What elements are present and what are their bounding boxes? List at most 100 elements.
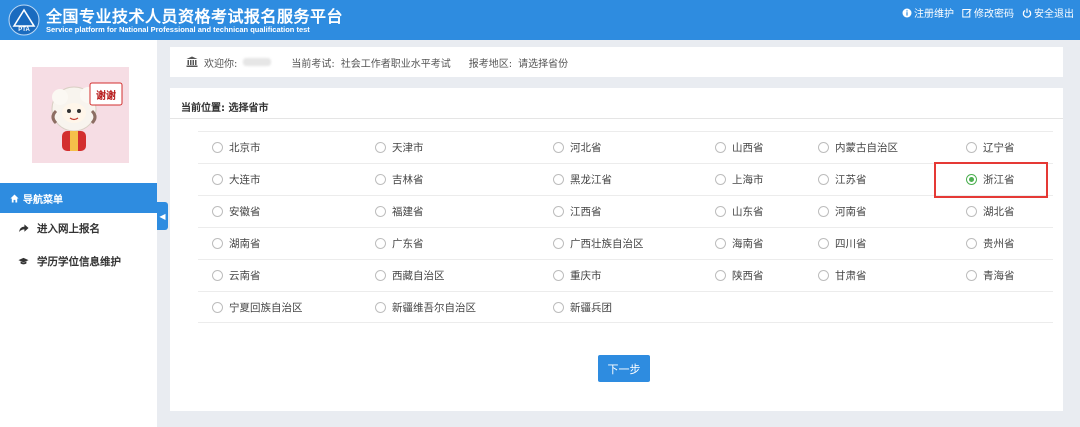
radio-button[interactable] [966,238,977,249]
graduation-cap-icon [18,257,29,264]
province-label: 新疆兵团 [570,302,612,314]
next-step-button[interactable]: 下一步 [598,355,650,382]
radio-button[interactable] [818,206,829,217]
welcome-label: 欢迎你: [204,58,238,70]
avatar-text: 谢谢 [96,89,116,102]
radio-button[interactable] [212,270,223,281]
province-option[interactable]: 河北省 [553,132,602,163]
province-row: 湖南省 广东省 广西壮族自治区 海南省 四川省 贵州省 [198,227,1053,259]
radio-button[interactable] [818,174,829,185]
logout-link[interactable]: 安全退出 [1022,5,1074,20]
sidebar-item-education-info[interactable]: 学历学位信息维护 [0,246,157,276]
register-maintain-label: 注册维护 [914,9,954,20]
radio-button[interactable] [375,270,386,281]
radio-button[interactable] [553,302,564,313]
province-option[interactable]: 宁夏回族自治区 [212,292,303,323]
province-option[interactable]: 浙江省 [966,164,1015,195]
region-label: 报考地区: [468,58,513,70]
radio-button[interactable] [212,302,223,313]
province-option[interactable]: 湖北省 [966,196,1015,227]
province-option[interactable]: 陕西省 [715,260,764,291]
province-option[interactable]: 大连市 [212,164,261,195]
radio-button[interactable] [818,142,829,153]
radio-button[interactable] [375,238,386,249]
radio-button[interactable] [375,142,386,153]
province-option[interactable]: 山东省 [715,196,764,227]
province-option[interactable]: 青海省 [966,260,1015,291]
radio-button[interactable] [553,174,564,185]
power-icon [1022,8,1032,18]
radio-button[interactable] [715,206,726,217]
radio-button[interactable] [966,174,977,185]
radio-button[interactable] [553,238,564,249]
province-option[interactable]: 甘肃省 [818,260,867,291]
radio-button[interactable] [715,270,726,281]
province-label: 山东省 [732,206,764,218]
province-label: 湖南省 [229,238,261,250]
province-option[interactable]: 江西省 [553,196,602,227]
divider [170,118,1063,119]
province-option[interactable]: 内蒙古自治区 [818,132,898,163]
province-option[interactable]: 云南省 [212,260,261,291]
province-label: 新疆维吾尔自治区 [392,302,476,314]
radio-button[interactable] [212,238,223,249]
register-maintain-link[interactable]: 注册维护 [902,5,954,20]
radio-button[interactable] [715,238,726,249]
province-label: 山西省 [732,142,764,154]
change-password-label: 修改密码 [974,9,1014,20]
sidebar-collapse-toggle[interactable]: ◀ [157,202,168,230]
radio-button[interactable] [715,174,726,185]
province-label: 云南省 [229,270,261,282]
province-option[interactable]: 湖南省 [212,228,261,259]
province-option[interactable]: 吉林省 [375,164,424,195]
province-label: 贵州省 [983,238,1015,250]
radio-button[interactable] [553,142,564,153]
province-option[interactable]: 四川省 [818,228,867,259]
radio-button[interactable] [966,206,977,217]
radio-button[interactable] [966,142,977,153]
radio-button[interactable] [212,206,223,217]
province-label: 天津市 [392,142,424,154]
radio-button[interactable] [375,302,386,313]
radio-button[interactable] [818,238,829,249]
radio-button[interactable] [818,270,829,281]
province-option[interactable]: 新疆兵团 [553,292,612,323]
radio-button[interactable] [553,270,564,281]
radio-button[interactable] [375,174,386,185]
province-option[interactable]: 北京市 [212,132,261,163]
radio-button[interactable] [212,174,223,185]
province-option[interactable]: 重庆市 [553,260,602,291]
radio-button[interactable] [553,206,564,217]
province-option[interactable]: 上海市 [715,164,764,195]
province-option[interactable]: 黑龙江省 [553,164,612,195]
province-option[interactable]: 江苏省 [818,164,867,195]
province-option[interactable]: 福建省 [375,196,424,227]
logo-text: PTA [18,27,30,33]
province-label: 江西省 [570,206,602,218]
province-label: 上海市 [732,174,764,186]
province-option[interactable]: 山西省 [715,132,764,163]
share-arrow-icon [18,223,29,232]
province-label: 青海省 [983,270,1015,282]
breadcrumb: 当前位置: 选择省市 [181,103,269,114]
radio-button[interactable] [375,206,386,217]
province-label: 安徽省 [229,206,261,218]
province-option[interactable]: 广西壮族自治区 [553,228,644,259]
platform-subtitle: Service platform for National Profession… [46,25,310,34]
province-option[interactable]: 广东省 [375,228,424,259]
province-option[interactable]: 贵州省 [966,228,1015,259]
province-option[interactable]: 辽宁省 [966,132,1015,163]
province-option[interactable]: 西藏自治区 [375,260,445,291]
province-option[interactable]: 安徽省 [212,196,261,227]
province-option[interactable]: 河南省 [818,196,867,227]
change-password-link[interactable]: 修改密码 [962,5,1014,20]
province-option[interactable]: 海南省 [715,228,764,259]
sidebar-item-online-registration[interactable]: 进入网上报名 [0,213,157,243]
radio-button[interactable] [715,142,726,153]
pta-logo-icon: PTA [8,4,40,36]
province-row: 云南省 西藏自治区 重庆市 陕西省 甘肃省 青海省 [198,259,1053,291]
province-option[interactable]: 新疆维吾尔自治区 [375,292,476,323]
radio-button[interactable] [966,270,977,281]
radio-button[interactable] [212,142,223,153]
province-option[interactable]: 天津市 [375,132,424,163]
